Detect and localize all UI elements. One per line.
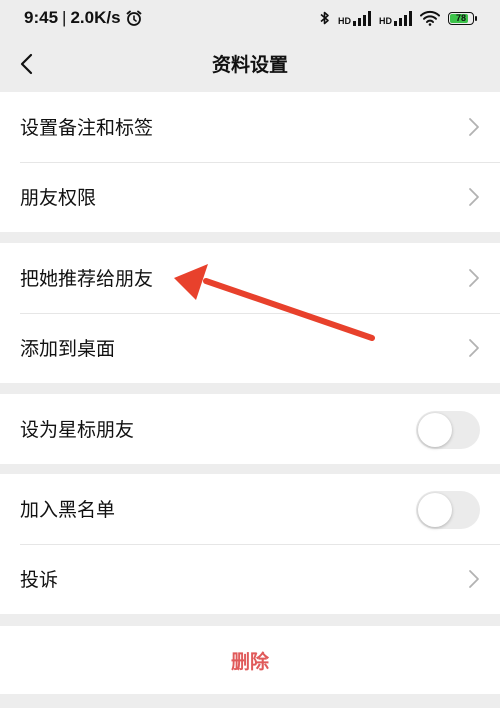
page-title: 资料设置	[211, 54, 288, 76]
settings-group-2: 把她推荐给朋友 添加到桌面	[0, 243, 500, 383]
wifi-icon	[420, 10, 440, 26]
bluetooth-icon	[320, 11, 329, 25]
status-separator: |	[62, 8, 67, 27]
settings-group-4: 加入黑名单 投诉	[0, 474, 500, 614]
row-label: 添加到桌面	[20, 338, 116, 360]
battery-icon: 78	[448, 11, 477, 25]
network-type-1: HD	[338, 16, 351, 26]
row-label: 加入黑名单	[20, 499, 116, 521]
row-label: 朋友权限	[20, 187, 97, 209]
delete-label: 删除	[230, 651, 269, 673]
chevron-right-icon	[469, 269, 479, 287]
status-bar: 9:45 | 2.0K/s HD HD 78	[0, 0, 500, 36]
toggle-knob	[418, 413, 452, 447]
row-recommend-to-friend[interactable]: 把她推荐给朋友	[0, 243, 500, 313]
status-time: 9:45	[24, 8, 59, 27]
row-remarks-tags[interactable]: 设置备注和标签	[0, 92, 500, 162]
signal-icon-2	[394, 10, 412, 26]
battery-level: 78	[455, 12, 466, 23]
network-type-2: HD	[379, 16, 392, 26]
status-right: HD HD 78	[320, 8, 477, 28]
alarm-icon	[126, 10, 141, 26]
settings-group-1: 设置备注和标签 朋友权限	[0, 92, 500, 232]
blacklist-toggle[interactable]	[416, 491, 480, 529]
row-label: 把她推荐给朋友	[20, 268, 154, 290]
star-friend-toggle[interactable]	[416, 411, 480, 449]
row-label: 设为星标朋友	[20, 419, 135, 441]
chevron-right-icon	[469, 118, 479, 136]
status-net-speed: 2.0K/s	[70, 8, 121, 27]
row-label: 投诉	[20, 569, 59, 591]
chevron-right-icon	[469, 339, 479, 357]
toggle-knob	[418, 493, 452, 527]
row-label: 设置备注和标签	[20, 117, 154, 139]
chevron-right-icon	[469, 188, 479, 206]
nav-bar: 资料设置	[0, 36, 500, 92]
row-friend-permissions[interactable]: 朋友权限	[0, 162, 500, 232]
row-blacklist: 加入黑名单	[0, 474, 500, 544]
row-add-to-desktop[interactable]: 添加到桌面	[0, 313, 500, 383]
status-left: 9:45 | 2.0K/s	[24, 8, 143, 28]
settings-group-3: 设为星标朋友	[0, 394, 500, 464]
delete-button[interactable]: 删除	[0, 626, 500, 694]
signal-icon-1	[353, 10, 371, 26]
row-star-friend: 设为星标朋友	[0, 394, 500, 464]
row-complain[interactable]: 投诉	[0, 544, 500, 614]
chevron-right-icon	[469, 570, 479, 588]
